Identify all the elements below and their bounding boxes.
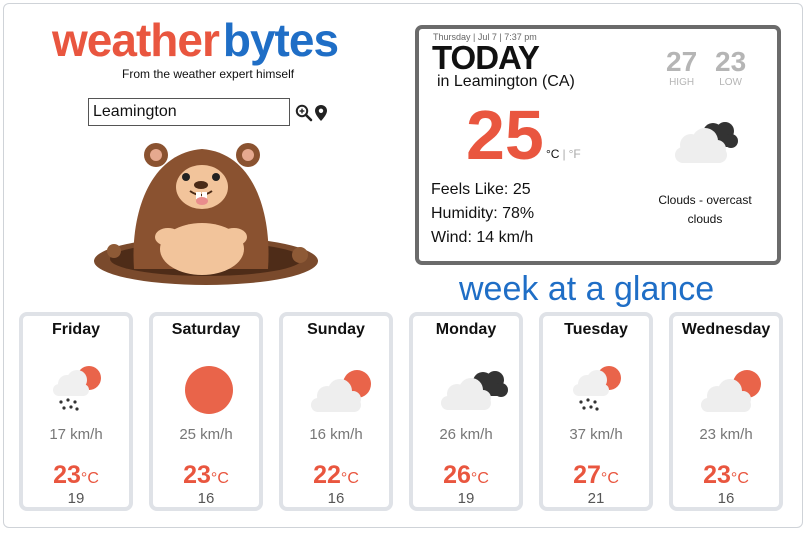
forecast-unit: °C	[340, 470, 359, 487]
rain-sun-icon	[567, 364, 627, 421]
forecast-high: 23°C	[153, 461, 259, 490]
overcast-clouds-icon	[669, 115, 743, 172]
low-temp-label: LOW	[719, 77, 742, 88]
forecast-card-tuesday[interactable]: Tuesday 37 km/h 27°C 21	[539, 312, 653, 511]
forecast-low: 19	[67, 490, 85, 507]
search-icon[interactable]	[295, 104, 313, 127]
forecast-high: 27°C	[543, 461, 649, 490]
forecast-day: Tuesday	[564, 321, 628, 338]
forecast-high-value: 23	[183, 461, 211, 489]
search-bar	[88, 98, 327, 126]
forecast-wind: 17 km/h	[49, 426, 103, 443]
humidity: Humidity: 78%	[431, 205, 535, 222]
forecast-day: Saturday	[171, 321, 241, 338]
location-pin-icon[interactable]	[314, 104, 328, 127]
wind-speed: Wind: 14 km/h	[431, 229, 534, 246]
forecast-unit: °C	[80, 470, 99, 487]
gopher-mascot-illustration	[92, 133, 320, 290]
rain-sun-icon	[47, 364, 107, 421]
city-search-input[interactable]	[88, 98, 290, 126]
forecast-unit: °C	[730, 470, 749, 487]
forecast-unit: °C	[470, 470, 489, 487]
logo-bytes-text: bytes	[222, 14, 339, 66]
forecast-wind: 37 km/h	[569, 426, 623, 443]
forecast-day: Friday	[51, 321, 100, 338]
forecast-high-value: 23	[53, 461, 81, 489]
forecast-low: 16	[327, 490, 345, 507]
partly-cloudy-icon	[307, 364, 377, 421]
high-temp-label: HIGH	[669, 77, 695, 88]
high-temp-value: 27	[666, 46, 698, 77]
forecast-low: 19	[457, 490, 475, 507]
forecast-wind: 16 km/h	[309, 426, 363, 443]
forecast-wind: 23 km/h	[699, 426, 753, 443]
forecast-low: 16	[197, 490, 215, 507]
forecast-card-sunday[interactable]: Sunday 16 km/h 22°C 16	[279, 312, 393, 511]
week-section-title: week at a glance	[459, 270, 715, 308]
forecast-high: 26°C	[413, 461, 519, 490]
forecast-low: 21	[587, 490, 605, 507]
condition-text: Clouds - overcast clouds	[658, 193, 752, 226]
logo-weather-text: weather	[52, 14, 220, 66]
forecast-card-wednesday[interactable]: Wednesday 23 km/h 23°C 16	[669, 312, 783, 511]
forecast-unit: °C	[210, 470, 229, 487]
forecast-card-monday[interactable]: Monday 26 km/h 26°C 19	[409, 312, 523, 511]
sun-icon	[177, 364, 237, 421]
forecast-high-value: 22	[313, 461, 341, 489]
forecast-high-value: 26	[443, 461, 471, 489]
forecast-high-value: 23	[703, 461, 731, 489]
fahrenheit-toggle[interactable]: °F	[569, 147, 581, 161]
forecast-high: 22°C	[283, 461, 389, 490]
forecast-low: 16	[717, 490, 735, 507]
today-title: TODAY	[432, 39, 540, 76]
forecast-high: 23°C	[23, 461, 129, 490]
app-logo: weatherbytes	[52, 14, 339, 66]
current-temperature: 25	[466, 96, 544, 174]
location-label: in Leamington (CA)	[437, 73, 575, 90]
unit-separator: |	[562, 147, 566, 161]
low-temp-value: 23	[715, 46, 747, 77]
forecast-high-value: 27	[573, 461, 601, 489]
forecast-wind: 25 km/h	[179, 426, 233, 443]
high-temp-block: 27 HIGH	[666, 46, 698, 89]
forecast-wind: 26 km/h	[439, 426, 493, 443]
forecast-card-saturday[interactable]: Saturday 25 km/h 23°C 16	[149, 312, 263, 511]
forecast-card-friday[interactable]: Friday 17 km/h 23°C 19	[19, 312, 133, 511]
unit-toggle: °C | °F	[546, 147, 581, 161]
partly-cloudy-icon	[697, 364, 767, 421]
overcast-icon	[437, 364, 509, 421]
forecast-high: 23°C	[673, 461, 779, 490]
low-temp-block: 23 LOW	[715, 46, 747, 89]
today-panel: Thursday | Jul 7 | 7:37 pm TODAY in Leam…	[415, 25, 781, 265]
forecast-day: Monday	[435, 321, 497, 338]
feels-like: Feels Like: 25	[431, 181, 531, 198]
forecast-day: Wednesday	[681, 321, 771, 338]
forecast-day: Sunday	[307, 321, 365, 338]
celsius-toggle[interactable]: °C	[546, 147, 559, 161]
forecast-unit: °C	[600, 470, 619, 487]
tagline: From the weather expert himself	[122, 67, 295, 81]
